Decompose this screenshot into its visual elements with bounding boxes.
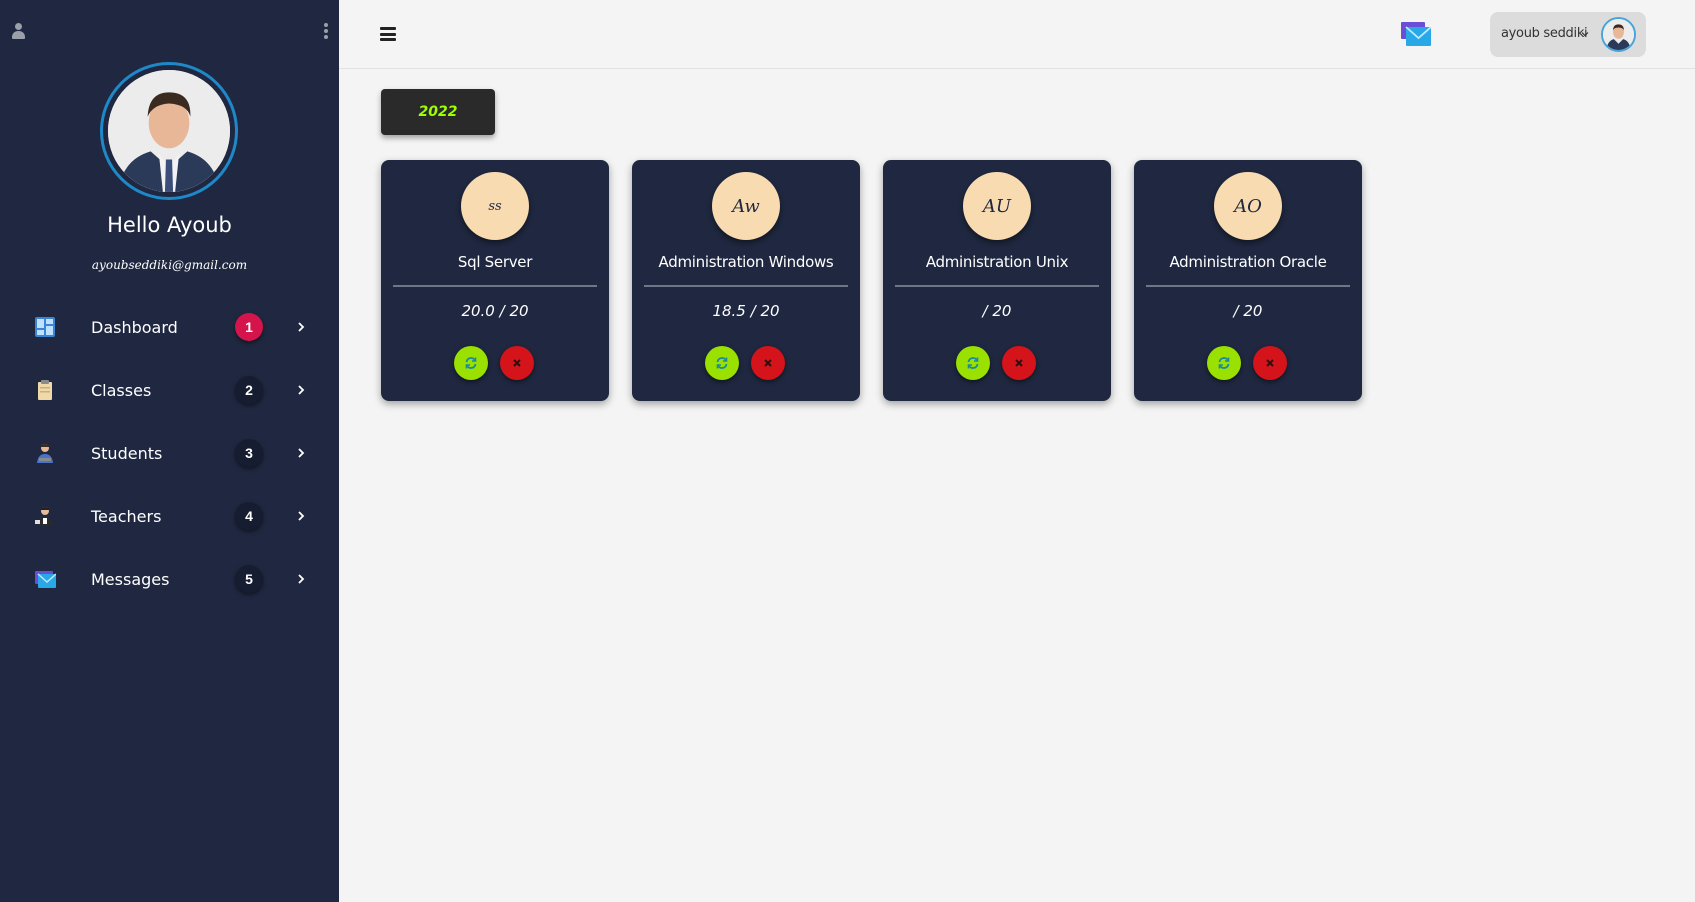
chevron-right-icon (298, 448, 305, 458)
course-score: / 20 (1233, 302, 1263, 320)
course-title: Administration Windows (658, 253, 834, 271)
course-title: Administration Oracle (1169, 253, 1327, 271)
divider (644, 285, 848, 287)
delete-button[interactable] (500, 346, 534, 380)
refresh-icon (967, 357, 979, 369)
refresh-icon (465, 357, 477, 369)
notification-badge: 2 (235, 376, 263, 404)
close-icon (1266, 359, 1274, 367)
sidebar: Hello Ayoub ayoubseddiki@gmail.com Dashb… (0, 0, 339, 902)
divider (393, 285, 597, 287)
year-button[interactable]: 2022 (381, 89, 495, 135)
person-avatar-icon (1603, 19, 1634, 50)
avatar[interactable] (1601, 17, 1636, 52)
chevron-right-icon (298, 574, 305, 584)
delete-button[interactable] (1002, 346, 1036, 380)
close-icon (764, 359, 772, 367)
course-title: Administration Unix (925, 253, 1069, 271)
course-card: AO Administration Oracle / 20 (1134, 160, 1362, 401)
sidebar-item-label: Teachers (91, 506, 162, 526)
course-card: Aw Administration Windows 18.5 / 20 (632, 160, 860, 401)
refresh-icon (1218, 357, 1230, 369)
sidebar-item-label: Classes (91, 380, 152, 400)
course-score: 18.5 / 20 (712, 302, 780, 320)
refresh-button[interactable] (956, 346, 990, 380)
course-score: 20.0 / 20 (461, 302, 529, 320)
user-name: ayoub seddiki (1501, 26, 1588, 41)
user-menu[interactable]: ayoub seddiki (1490, 12, 1646, 57)
sidebar-item-teachers[interactable]: Teachers 4 (0, 491, 339, 541)
delete-button[interactable] (751, 346, 785, 380)
notification-badge: 1 (235, 313, 263, 341)
delete-button[interactable] (1253, 346, 1287, 380)
mail-icon[interactable] (1401, 20, 1431, 47)
user-icon[interactable] (11, 23, 26, 39)
sidebar-item-label: Dashboard (91, 317, 178, 337)
notification-badge: 4 (235, 502, 263, 530)
sidebar-item-label: Messages (91, 569, 170, 589)
course-card: AU Administration Unix / 20 (883, 160, 1111, 401)
course-title: Sql Server (457, 253, 533, 271)
chevron-right-icon (298, 511, 305, 521)
sidebar-item-messages[interactable]: Messages 5 (0, 554, 339, 604)
person-avatar-icon (108, 70, 230, 192)
refresh-button[interactable] (454, 346, 488, 380)
notification-badge: 3 (235, 439, 263, 467)
divider (895, 285, 1099, 287)
course-initials: ss (461, 172, 529, 240)
dashboard-icon (35, 317, 55, 337)
hamburger-menu-icon[interactable] (380, 27, 396, 41)
student-icon (37, 444, 53, 463)
notification-badge: 5 (235, 565, 263, 593)
profile-photo (100, 62, 238, 200)
course-card: ss Sql Server 20.0 / 20 (381, 160, 609, 401)
user-email: ayoubseddiki@gmail.com (91, 258, 248, 272)
chevron-right-icon (298, 322, 305, 332)
teacher-icon (35, 507, 53, 526)
course-initials: AU (963, 172, 1031, 240)
close-icon (1015, 359, 1023, 367)
divider (1146, 285, 1350, 287)
refresh-button[interactable] (1207, 346, 1241, 380)
course-initials: Aw (712, 172, 780, 240)
refresh-icon (716, 357, 728, 369)
sidebar-item-classes[interactable]: Classes 2 (0, 365, 339, 415)
course-score: / 20 (982, 302, 1012, 320)
sidebar-item-dashboard[interactable]: Dashboard 1 (0, 302, 339, 352)
clipboard-icon (38, 380, 52, 400)
kebab-menu-icon[interactable] (323, 23, 329, 39)
course-initials: AO (1214, 172, 1282, 240)
chevron-right-icon (298, 385, 305, 395)
sidebar-item-label: Students (91, 443, 163, 463)
close-icon (513, 359, 521, 367)
refresh-button[interactable] (705, 346, 739, 380)
chevron-down-icon (1581, 32, 1589, 37)
mail-icon (35, 571, 56, 588)
sidebar-item-students[interactable]: Students 3 (0, 428, 339, 478)
top-bar: ayoub seddiki (339, 0, 1695, 69)
greeting: Hello Ayoub (107, 213, 232, 237)
